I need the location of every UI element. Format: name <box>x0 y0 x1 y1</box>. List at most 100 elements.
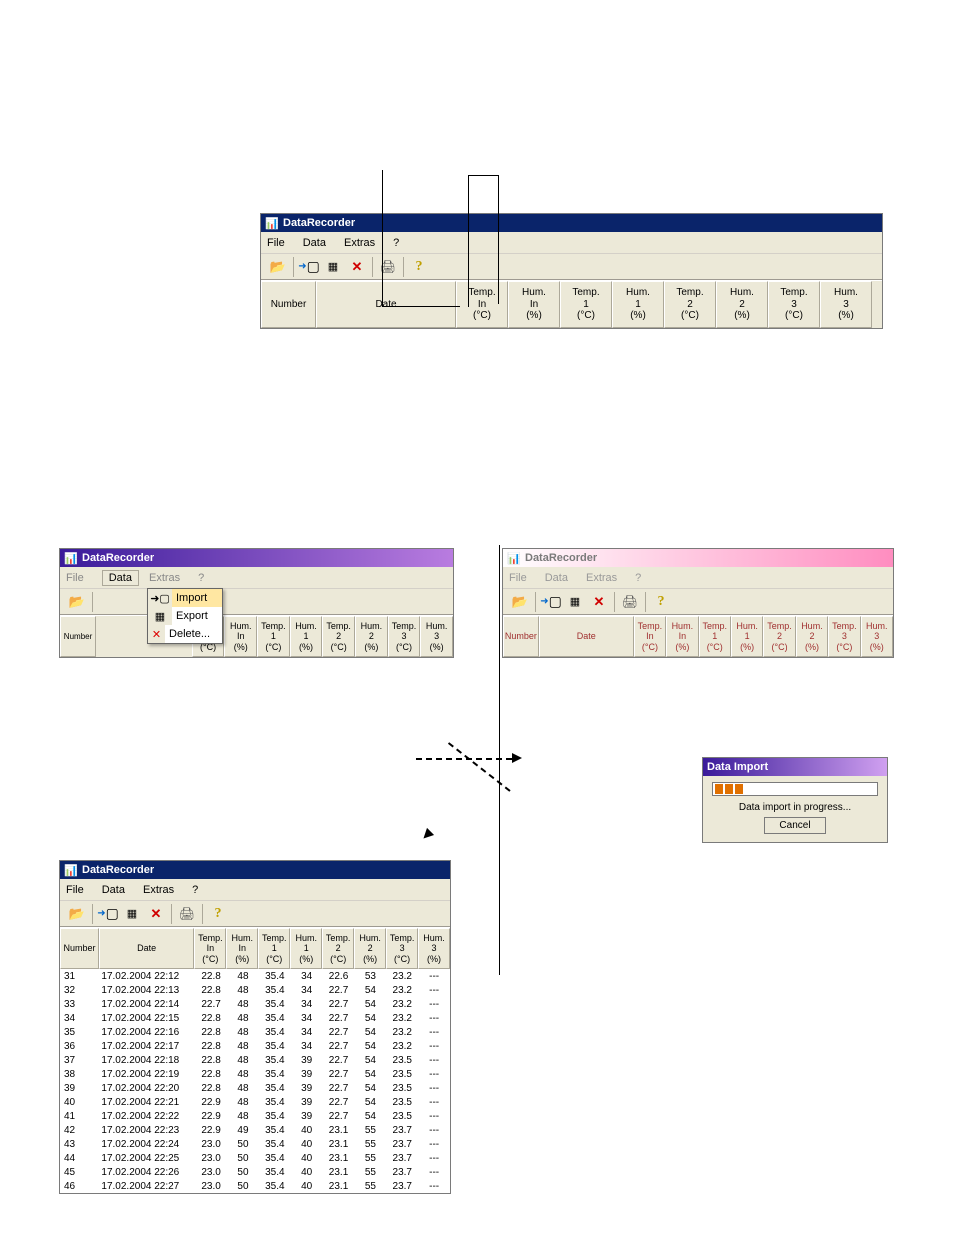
col-date[interactable]: Date <box>99 928 194 969</box>
dialog-titlebar[interactable]: Data Import <box>703 758 887 776</box>
col-temp-3[interactable]: Temp.3(°C) <box>828 616 860 657</box>
export-icon[interactable] <box>564 591 586 613</box>
col-date[interactable]: Date <box>316 281 456 328</box>
col-hum-1[interactable]: Hum.1(%) <box>731 616 763 657</box>
titlebar[interactable]: 📊 DataRecorder <box>503 549 893 567</box>
table-row[interactable]: 4417.02.2004 22:2523.05035.44023.15523.7… <box>60 1151 450 1165</box>
col-temp-2[interactable]: Temp.2(°C) <box>763 616 795 657</box>
table-row[interactable]: 4217.02.2004 22:2322.94935.44023.15523.7… <box>60 1123 450 1137</box>
menu-extras[interactable]: Extras <box>586 572 617 584</box>
open-icon[interactable] <box>66 903 88 925</box>
menu-extras[interactable]: Extras <box>143 884 174 896</box>
menu-help[interactable]: ? <box>198 572 204 584</box>
col-hum-3[interactable]: Hum.3(%) <box>418 928 450 969</box>
col-temp-1[interactable]: Temp.1(°C) <box>699 616 731 657</box>
col-number[interactable]: Number <box>261 281 316 328</box>
col-number[interactable]: Number <box>60 616 96 657</box>
open-icon[interactable] <box>509 591 531 613</box>
menu-extras[interactable]: Extras <box>344 237 375 249</box>
menu-item-delete[interactable]: ✕ Delete... <box>148 625 222 643</box>
print-icon[interactable] <box>619 591 641 613</box>
menu-file[interactable]: File <box>66 572 84 584</box>
col-number[interactable]: Number <box>503 616 539 657</box>
table-row[interactable]: 4317.02.2004 22:2423.05035.44023.15523.7… <box>60 1137 450 1151</box>
col-hum-3[interactable]: Hum.3(%) <box>420 616 453 657</box>
help-icon[interactable] <box>207 903 229 925</box>
col-hum-2[interactable]: Hum.2(%) <box>354 928 386 969</box>
titlebar[interactable]: 📊 DataRecorder <box>261 214 882 232</box>
col-hum-1[interactable]: Hum.1(%) <box>290 928 322 969</box>
table-row[interactable]: 4517.02.2004 22:2623.05035.44023.15523.7… <box>60 1165 450 1179</box>
table-row[interactable]: 4017.02.2004 22:2122.94835.43922.75423.5… <box>60 1095 450 1109</box>
import-icon[interactable]: ▢ <box>540 591 562 613</box>
col-hum-2[interactable]: Hum.2(%) <box>716 281 768 328</box>
print-icon[interactable] <box>176 903 198 925</box>
menu-data[interactable]: Data <box>545 572 568 584</box>
export-icon[interactable] <box>322 256 344 278</box>
col-hum-2[interactable]: Hum.2(%) <box>355 616 388 657</box>
col-hum-in[interactable]: Hum.In(%) <box>224 616 257 657</box>
import-icon[interactable]: ▢ <box>298 256 320 278</box>
table-row[interactable]: 4117.02.2004 22:2222.94835.43922.75423.5… <box>60 1109 450 1123</box>
col-temp-1[interactable]: Temp.1(°C) <box>257 616 290 657</box>
col-number[interactable]: Number <box>60 928 99 969</box>
col-temp-2[interactable]: Temp.2(°C) <box>322 928 354 969</box>
print-icon[interactable] <box>377 256 399 278</box>
open-icon[interactable] <box>66 591 88 613</box>
col-temp-3[interactable]: Temp.3(°C) <box>388 616 421 657</box>
menu-file[interactable]: File <box>267 237 285 249</box>
table-row[interactable]: 3617.02.2004 22:1722.84835.43422.75423.2… <box>60 1039 450 1053</box>
menu-help[interactable]: ? <box>192 884 198 896</box>
table-row[interactable]: 3717.02.2004 22:1822.84835.43922.75423.5… <box>60 1053 450 1067</box>
col-temp-in[interactable]: Temp.In(°C) <box>456 281 508 328</box>
cancel-button[interactable]: Cancel <box>764 817 825 834</box>
col-hum-3[interactable]: Hum.3(%) <box>861 616 893 657</box>
delete-icon[interactable] <box>346 256 368 278</box>
col-hum-1[interactable]: Hum.1(%) <box>612 281 664 328</box>
table-row[interactable]: 4617.02.2004 22:2723.05035.44023.15523.7… <box>60 1179 450 1193</box>
table-row[interactable]: 3217.02.2004 22:1322.84835.43422.75423.2… <box>60 983 450 997</box>
col-temp-in[interactable]: Temp.In(°C) <box>194 928 226 969</box>
col-temp-3[interactable]: Temp.3(°C) <box>386 928 418 969</box>
delete-icon[interactable] <box>145 903 167 925</box>
menu-help[interactable]: ? <box>635 572 641 584</box>
col-temp-2[interactable]: Temp.2(°C) <box>322 616 355 657</box>
col-temp-in[interactable]: Temp.In(°C) <box>634 616 666 657</box>
context-menu-data: ➜▢ Import ▦ Export ✕ Delete... <box>147 588 223 644</box>
col-hum-2[interactable]: Hum.2(%) <box>796 616 828 657</box>
export-icon[interactable] <box>121 903 143 925</box>
menu-extras[interactable]: Extras <box>149 572 180 584</box>
menu-help[interactable]: ? <box>393 237 399 249</box>
menu-file[interactable]: File <box>509 572 527 584</box>
table-row[interactable]: 3517.02.2004 22:1622.84835.43422.75423.2… <box>60 1025 450 1039</box>
menu-file[interactable]: File <box>66 884 84 896</box>
col-temp-1[interactable]: Temp.1(°C) <box>560 281 612 328</box>
open-icon[interactable] <box>267 256 289 278</box>
table-body: 3117.02.2004 22:1222.84835.43422.65323.2… <box>60 969 450 1193</box>
delete-icon[interactable] <box>588 591 610 613</box>
titlebar[interactable]: 📊 DataRecorder <box>60 861 450 879</box>
table-row[interactable]: 3417.02.2004 22:1522.84835.43422.75423.2… <box>60 1011 450 1025</box>
menu-data[interactable]: Data <box>102 570 139 586</box>
table-row[interactable]: 3917.02.2004 22:2022.84835.43922.75423.5… <box>60 1081 450 1095</box>
menu-data[interactable]: Data <box>303 237 326 249</box>
titlebar[interactable]: 📊 DataRecorder <box>60 549 453 567</box>
help-icon[interactable] <box>650 591 672 613</box>
col-temp-2[interactable]: Temp.2(°C) <box>664 281 716 328</box>
col-hum-in[interactable]: Hum.In(%) <box>226 928 258 969</box>
import-icon[interactable]: ▢ <box>97 903 119 925</box>
col-temp-1[interactable]: Temp.1(°C) <box>258 928 290 969</box>
table-row[interactable]: 3317.02.2004 22:1422.74835.43422.75423.2… <box>60 997 450 1011</box>
col-hum-in[interactable]: Hum.In(%) <box>666 616 698 657</box>
table-row[interactable]: 3117.02.2004 22:1222.84835.43422.65323.2… <box>60 969 450 983</box>
col-temp-3[interactable]: Temp.3(°C) <box>768 281 820 328</box>
help-icon[interactable] <box>408 256 430 278</box>
col-hum-in[interactable]: Hum.In(%) <box>508 281 560 328</box>
col-hum-3[interactable]: Hum.3(%) <box>820 281 872 328</box>
table-row[interactable]: 3817.02.2004 22:1922.84835.43922.75423.5… <box>60 1067 450 1081</box>
col-hum-1[interactable]: Hum.1(%) <box>290 616 323 657</box>
menu-item-export[interactable]: ▦ Export <box>148 607 222 625</box>
menu-item-import[interactable]: ➜▢ Import <box>148 589 222 607</box>
menu-data[interactable]: Data <box>102 884 125 896</box>
col-date[interactable]: Date <box>539 616 634 657</box>
